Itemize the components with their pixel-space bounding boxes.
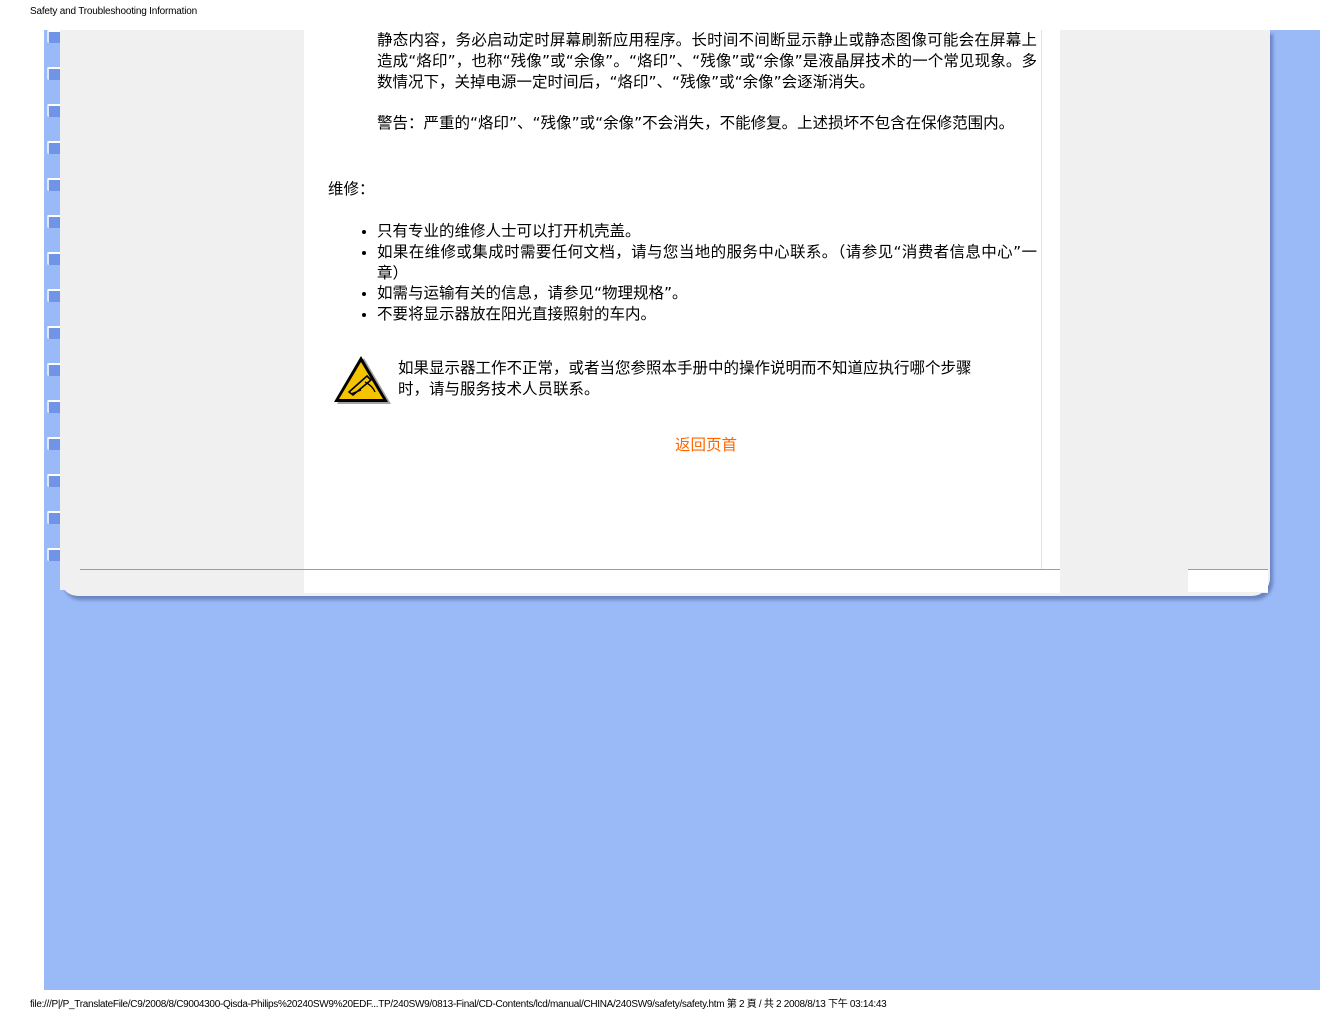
right-gutter xyxy=(1060,30,1268,593)
burn-in-warning-paragraph: 警告：严重的“烙印”、“残像”或“余像”不会消失，不能修复。上述损坏不包含在保修… xyxy=(377,114,1015,132)
list-item: 如需与运输有关的信息，请参见“物理规格”。 xyxy=(362,283,1037,304)
list-item: 只有专业的维修人士可以打开机壳盖。 xyxy=(362,221,1037,242)
back-to-top-link[interactable]: 返回页首 xyxy=(675,433,737,455)
warning-icon xyxy=(334,356,391,404)
content-divider xyxy=(1041,30,1042,570)
left-gutter xyxy=(60,30,304,590)
list-item: 不要将显示器放在阳光直接照射的车内。 xyxy=(362,304,1037,325)
burn-in-paragraph: 静态内容，务必启动定时屏幕刷新应用程序。长时间不间断显示静止或静态图像可能会在屏… xyxy=(377,31,1037,91)
repair-list: 只有专业的维修人士可以打开机壳盖。 如果在维修或集成时需要任何文档，请与您当地的… xyxy=(362,221,1037,325)
bottom-rule xyxy=(80,569,1060,570)
caution-text: 如果显示器工作不正常，或者当您参照本手册中的操作说明而不知道应执行哪个步骤时，请… xyxy=(398,359,972,398)
bottom-rule-right xyxy=(1188,569,1268,570)
right-bottom-strip xyxy=(1188,570,1268,592)
page-footer-url: file:///P|/P_TranslateFile/C9/2008/8/C90… xyxy=(30,999,887,1010)
list-item: 如果在维修或集成时需要任何文档，请与您当地的服务中心联系。（请参见“消费者信息中… xyxy=(362,242,1037,282)
repair-heading: 维修： xyxy=(328,180,375,198)
page-header-title: Safety and Troubleshooting Information xyxy=(30,6,197,17)
